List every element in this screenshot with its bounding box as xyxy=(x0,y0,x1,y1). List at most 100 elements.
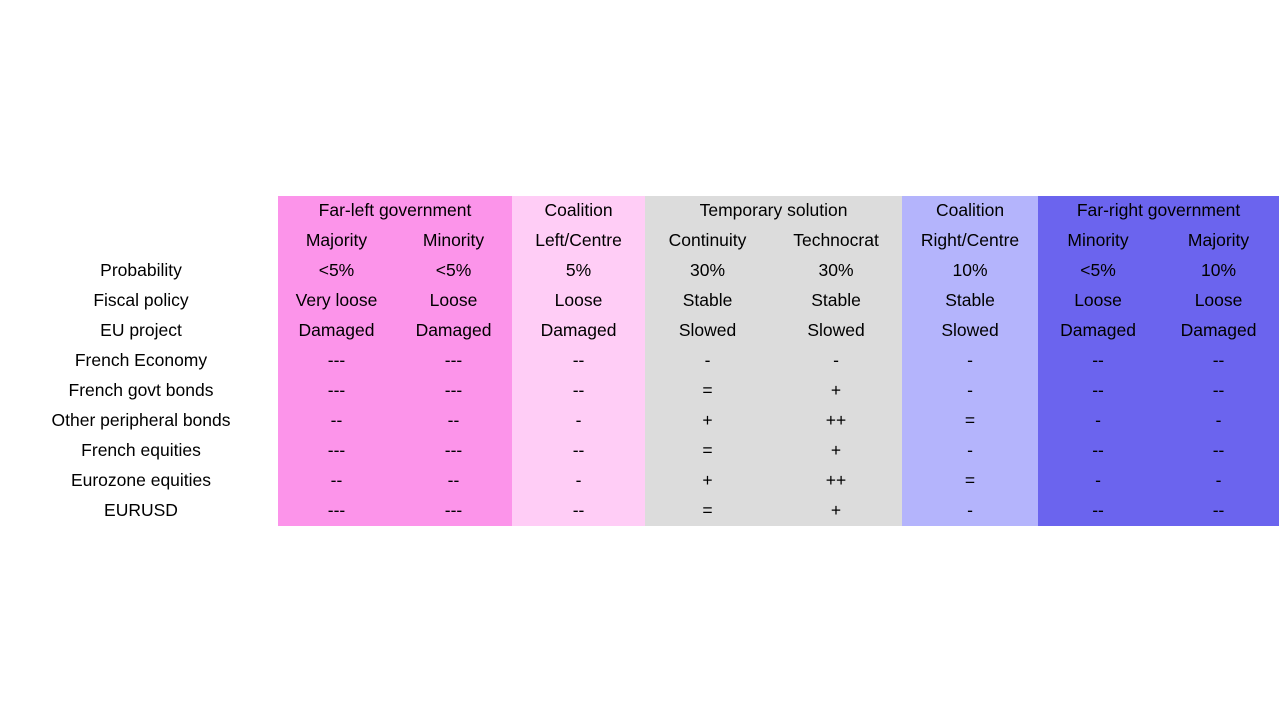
matrix-header: Far-left government Coalition Temporary so… xyxy=(0,196,1280,256)
matrix-cell-r7-c5: + xyxy=(770,436,903,466)
matrix-cell-r2-c1: Very loose xyxy=(278,286,395,316)
matrix-subheader-row: Majority Minority Left/Centre Continuity Tec… xyxy=(0,226,1280,256)
matrix-cell-r4-c6: - xyxy=(902,346,1039,376)
matrix-cell-r9-c7: -- xyxy=(1038,496,1159,526)
matrix-cell-r9-c8: -- xyxy=(1158,496,1280,526)
matrix-cell-r2-c7: Loose xyxy=(1038,286,1159,316)
row-label: French equities xyxy=(0,436,278,466)
matrix-cell-r7-c2: --- xyxy=(395,436,513,466)
row-label: French Economy xyxy=(0,346,278,376)
matrix-cell-r5-c8: -- xyxy=(1158,376,1280,406)
table-row: French govt bonds --- --- -- = + - -- -- xyxy=(0,376,1280,406)
matrix-subheader-1: Majority xyxy=(278,226,395,256)
scenario-matrix-container: Far-left government Coalition Temporary so… xyxy=(0,196,1280,526)
matrix-cell-r6-c7: - xyxy=(1038,406,1159,436)
matrix-cell-r8-c1: -- xyxy=(278,466,395,496)
matrix-cell-r8-c2: -- xyxy=(395,466,513,496)
matrix-cell-r7-c1: --- xyxy=(278,436,395,466)
matrix-cell-r6-c6: = xyxy=(902,406,1039,436)
matrix-cell-r1-c8: 10% xyxy=(1158,256,1280,286)
matrix-cell-r5-c5: + xyxy=(770,376,903,406)
matrix-cell-r9-c3: -- xyxy=(512,496,646,526)
matrix-cell-r5-c3: -- xyxy=(512,376,646,406)
matrix-cell-r5-c2: --- xyxy=(395,376,513,406)
matrix-cell-r3-c4: Slowed xyxy=(645,316,771,346)
matrix-cell-r1-c3: 5% xyxy=(512,256,646,286)
matrix-body: Probability <5% <5% 5% 30% 30% 10% <5% 10% Fiscal… xyxy=(0,256,1280,526)
matrix-cell-r2-c2: Loose xyxy=(395,286,513,316)
matrix-subheader-7: Minority xyxy=(1038,226,1159,256)
row-label: French govt bonds xyxy=(0,376,278,406)
matrix-cell-r3-c1: Damaged xyxy=(278,316,395,346)
matrix-cell-r6-c1: -- xyxy=(278,406,395,436)
matrix-cell-r8-c8: - xyxy=(1158,466,1280,496)
matrix-cell-r9-c2: --- xyxy=(395,496,513,526)
table-row: French equities --- --- -- = + - -- -- xyxy=(0,436,1280,466)
matrix-cell-r7-c8: -- xyxy=(1158,436,1280,466)
matrix-corner-blank-2 xyxy=(0,226,278,256)
table-row: Other peripheral bonds -- -- - + ++ = - - xyxy=(0,406,1280,436)
table-row: EURUSD --- --- -- = + - -- -- xyxy=(0,496,1280,526)
matrix-cell-r1-c4: 30% xyxy=(645,256,771,286)
row-label: Fiscal policy xyxy=(0,286,278,316)
table-row: Probability <5% <5% 5% 30% 30% 10% <5% 10% xyxy=(0,256,1280,286)
matrix-group-header-3: Temporary solution xyxy=(645,196,903,226)
matrix-cell-r9-c4: = xyxy=(645,496,771,526)
matrix-cell-r2-c5: Stable xyxy=(770,286,903,316)
row-label: Eurozone equities xyxy=(0,466,278,496)
matrix-group-header-row: Far-left government Coalition Temporary so… xyxy=(0,196,1280,226)
matrix-cell-r6-c4: + xyxy=(645,406,771,436)
row-label: Probability xyxy=(0,256,278,286)
matrix-cell-r2-c3: Loose xyxy=(512,286,646,316)
matrix-subheader-3: Left/Centre xyxy=(512,226,646,256)
matrix-cell-r3-c6: Slowed xyxy=(902,316,1039,346)
matrix-cell-r4-c2: --- xyxy=(395,346,513,376)
matrix-cell-r8-c5: ++ xyxy=(770,466,903,496)
matrix-group-header-5: Far-right government xyxy=(1038,196,1280,226)
matrix-cell-r8-c3: - xyxy=(512,466,646,496)
row-label: EU project xyxy=(0,316,278,346)
matrix-cell-r3-c3: Damaged xyxy=(512,316,646,346)
table-row: French Economy --- --- -- - - - -- -- xyxy=(0,346,1280,376)
matrix-cell-r5-c6: - xyxy=(902,376,1039,406)
matrix-cell-r5-c4: = xyxy=(645,376,771,406)
matrix-subheader-2: Minority xyxy=(395,226,513,256)
matrix-group-header-2: Coalition xyxy=(512,196,646,226)
matrix-cell-r3-c8: Damaged xyxy=(1158,316,1280,346)
matrix-cell-r6-c2: -- xyxy=(395,406,513,436)
matrix-cell-r6-c5: ++ xyxy=(770,406,903,436)
matrix-cell-r4-c1: --- xyxy=(278,346,395,376)
matrix-cell-r4-c5: - xyxy=(770,346,903,376)
matrix-cell-r9-c6: - xyxy=(902,496,1039,526)
matrix-cell-r2-c8: Loose xyxy=(1158,286,1280,316)
matrix-cell-r3-c7: Damaged xyxy=(1038,316,1159,346)
matrix-cell-r1-c6: 10% xyxy=(902,256,1039,286)
row-label: Other peripheral bonds xyxy=(0,406,278,436)
matrix-cell-r5-c1: --- xyxy=(278,376,395,406)
matrix-cell-r3-c5: Slowed xyxy=(770,316,903,346)
matrix-subheader-8: Majority xyxy=(1158,226,1280,256)
matrix-cell-r9-c5: + xyxy=(770,496,903,526)
table-row: Eurozone equities -- -- - + ++ = - - xyxy=(0,466,1280,496)
matrix-group-header-4: Coalition xyxy=(902,196,1039,226)
matrix-cell-r8-c7: - xyxy=(1038,466,1159,496)
matrix-subheader-6: Right/Centre xyxy=(902,226,1039,256)
table-row: EU project Damaged Damaged Damaged Slowed Slo… xyxy=(0,316,1280,346)
scenario-matrix-table: Far-left government Coalition Temporary so… xyxy=(0,196,1280,526)
matrix-cell-r2-c4: Stable xyxy=(645,286,771,316)
matrix-cell-r1-c2: <5% xyxy=(395,256,513,286)
matrix-cell-r8-c4: + xyxy=(645,466,771,496)
matrix-group-header-1: Far-left government xyxy=(278,196,513,226)
matrix-cell-r5-c7: -- xyxy=(1038,376,1159,406)
matrix-cell-r1-c1: <5% xyxy=(278,256,395,286)
matrix-corner-blank xyxy=(0,196,278,226)
table-row: Fiscal policy Very loose Loose Loose Stable S… xyxy=(0,286,1280,316)
matrix-cell-r6-c8: - xyxy=(1158,406,1280,436)
matrix-cell-r7-c6: - xyxy=(902,436,1039,466)
matrix-cell-r2-c6: Stable xyxy=(902,286,1039,316)
matrix-cell-r7-c7: -- xyxy=(1038,436,1159,466)
matrix-cell-r3-c2: Damaged xyxy=(395,316,513,346)
matrix-cell-r4-c8: -- xyxy=(1158,346,1280,376)
matrix-cell-r4-c7: -- xyxy=(1038,346,1159,376)
matrix-subheader-5: Technocrat xyxy=(770,226,903,256)
